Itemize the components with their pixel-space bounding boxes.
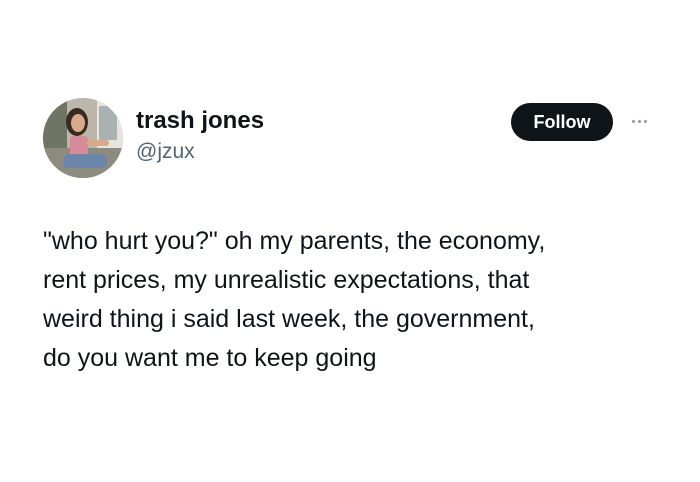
user-identity: trash jones @jzux	[136, 106, 264, 166]
display-name[interactable]: trash jones	[136, 106, 264, 136]
dot	[637, 119, 641, 123]
user-handle[interactable]: @jzux	[136, 138, 264, 166]
tweet-line: do you want me to keep going	[43, 344, 377, 372]
tweet-line: rent prices, my unrealistic expectations…	[43, 266, 530, 294]
tweet-card: trash jones @jzux Follow "who hurt you?"…	[0, 0, 700, 482]
dot	[631, 119, 635, 123]
tweet-line: "who hurt you?" oh my parents, the econo…	[43, 227, 546, 255]
follow-button[interactable]: Follow	[511, 103, 613, 141]
profile-photo-icon	[43, 98, 123, 178]
tweet-line: weird thing i said last week, the govern…	[43, 305, 535, 333]
dot	[643, 119, 647, 123]
tweet-header: trash jones @jzux Follow	[43, 98, 663, 180]
more-dots-icon[interactable]	[625, 112, 653, 130]
avatar[interactable]	[43, 98, 123, 178]
tweet-text: "who hurt you?" oh my parents, the econo…	[43, 222, 663, 378]
